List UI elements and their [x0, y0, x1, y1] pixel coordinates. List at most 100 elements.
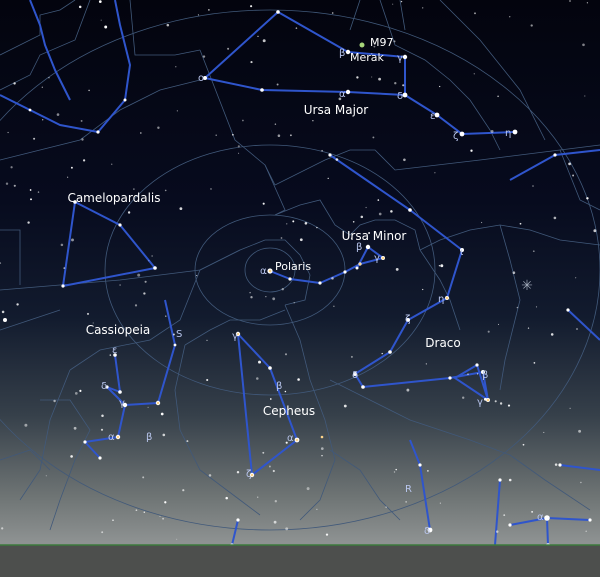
label-m97[interactable]: M97	[370, 36, 394, 49]
camelopardalis-lines	[62, 201, 156, 287]
sky-chart[interactable]: ✳ Ursa Major Ursa Minor Camelopardalis C…	[0, 0, 600, 577]
faint-star	[256, 377, 259, 380]
star[interactable]	[459, 131, 465, 137]
faint-star	[422, 288, 424, 291]
label-polaris[interactable]: Polaris	[275, 260, 311, 273]
star[interactable]	[96, 130, 100, 134]
star[interactable]	[361, 385, 365, 389]
label-draco[interactable]: Draco	[425, 336, 460, 350]
star[interactable]	[343, 270, 347, 274]
faint-star	[27, 221, 30, 224]
star[interactable]	[345, 89, 351, 95]
faint-star	[365, 206, 367, 209]
m97-marker[interactable]	[359, 42, 365, 48]
faint-star	[284, 390, 287, 393]
faint-star	[462, 396, 465, 399]
star[interactable]	[553, 153, 557, 157]
faint-star	[262, 202, 265, 205]
faint-star	[487, 330, 490, 333]
star[interactable]	[512, 129, 518, 135]
faint-star	[1, 527, 4, 530]
faint-star	[164, 189, 167, 192]
star[interactable]	[365, 244, 371, 250]
star[interactable]	[588, 518, 592, 522]
faint-star	[331, 277, 334, 280]
faint-star	[467, 373, 469, 375]
label-ursa-minor[interactable]: Ursa Minor	[342, 229, 407, 243]
star[interactable]	[448, 376, 452, 380]
faint-star	[575, 277, 577, 279]
faint-star	[533, 362, 536, 364]
faint-star	[292, 220, 295, 223]
label-cassiopeia[interactable]: Cassiopeia	[86, 323, 151, 337]
star-field	[0, 0, 597, 547]
faint-star	[320, 447, 324, 450]
faint-star	[335, 158, 339, 161]
star[interactable]	[544, 515, 550, 521]
star[interactable]	[83, 440, 87, 444]
star[interactable]	[388, 350, 392, 354]
star[interactable]	[123, 98, 127, 102]
faint-star	[439, 502, 441, 504]
star[interactable]	[318, 281, 322, 285]
faint-star	[503, 514, 506, 516]
star[interactable]	[276, 10, 280, 14]
faint-star	[427, 470, 429, 472]
faint-star	[508, 478, 512, 482]
star[interactable]	[402, 92, 408, 98]
faint-star	[494, 400, 497, 403]
faint-star	[33, 137, 36, 140]
star[interactable]	[558, 463, 562, 467]
greek-alpha-umi: α	[260, 266, 267, 277]
faint-star	[210, 188, 212, 190]
faint-star	[236, 470, 240, 474]
star[interactable]	[566, 308, 570, 312]
star[interactable]	[268, 366, 272, 370]
faint-star	[360, 215, 364, 219]
label-camelopardalis[interactable]: Camelopardalis	[67, 191, 160, 205]
star[interactable]	[3, 318, 7, 322]
star[interactable]	[98, 456, 102, 460]
faint-star	[277, 134, 281, 137]
faint-star	[377, 199, 380, 201]
faint-star	[258, 360, 261, 364]
greek-delta: δ	[397, 91, 403, 102]
faint-star	[135, 509, 138, 512]
star[interactable]	[498, 478, 502, 482]
star[interactable]	[288, 277, 292, 281]
faint-star	[164, 501, 167, 504]
star[interactable]	[236, 518, 240, 522]
faint-star	[405, 501, 407, 503]
star[interactable]	[355, 266, 359, 270]
faint-star	[71, 238, 74, 242]
star-warm	[116, 435, 120, 439]
star[interactable]	[61, 284, 65, 288]
star[interactable]	[118, 223, 122, 227]
faint-star	[70, 166, 73, 169]
star[interactable]	[153, 266, 157, 270]
faint-star	[127, 211, 131, 214]
faint-star	[232, 133, 234, 136]
star[interactable]	[402, 54, 408, 60]
bottom-lines	[231, 464, 600, 546]
star[interactable]	[508, 523, 512, 527]
star[interactable]	[328, 153, 332, 157]
star[interactable]	[260, 88, 264, 92]
label-ursa-major[interactable]: Ursa Major	[304, 103, 369, 117]
star[interactable]	[418, 463, 422, 467]
star[interactable]	[28, 108, 32, 112]
label-cepheus[interactable]: Cepheus	[263, 404, 315, 418]
star[interactable]	[408, 208, 412, 212]
star[interactable]	[173, 343, 177, 347]
faint-star	[531, 511, 533, 513]
star-map[interactable]: ✳ Ursa Major Ursa Minor Camelopardalis C…	[0, 0, 600, 577]
faint-star	[507, 404, 511, 407]
faint-star	[585, 530, 587, 532]
star[interactable]	[475, 363, 479, 367]
label-merak[interactable]: Merak	[350, 51, 385, 64]
star[interactable]	[118, 390, 122, 394]
faint-star	[477, 373, 479, 375]
greek-delta-lower: δ	[424, 526, 430, 537]
faint-star	[327, 177, 329, 180]
faint-star	[139, 132, 142, 134]
